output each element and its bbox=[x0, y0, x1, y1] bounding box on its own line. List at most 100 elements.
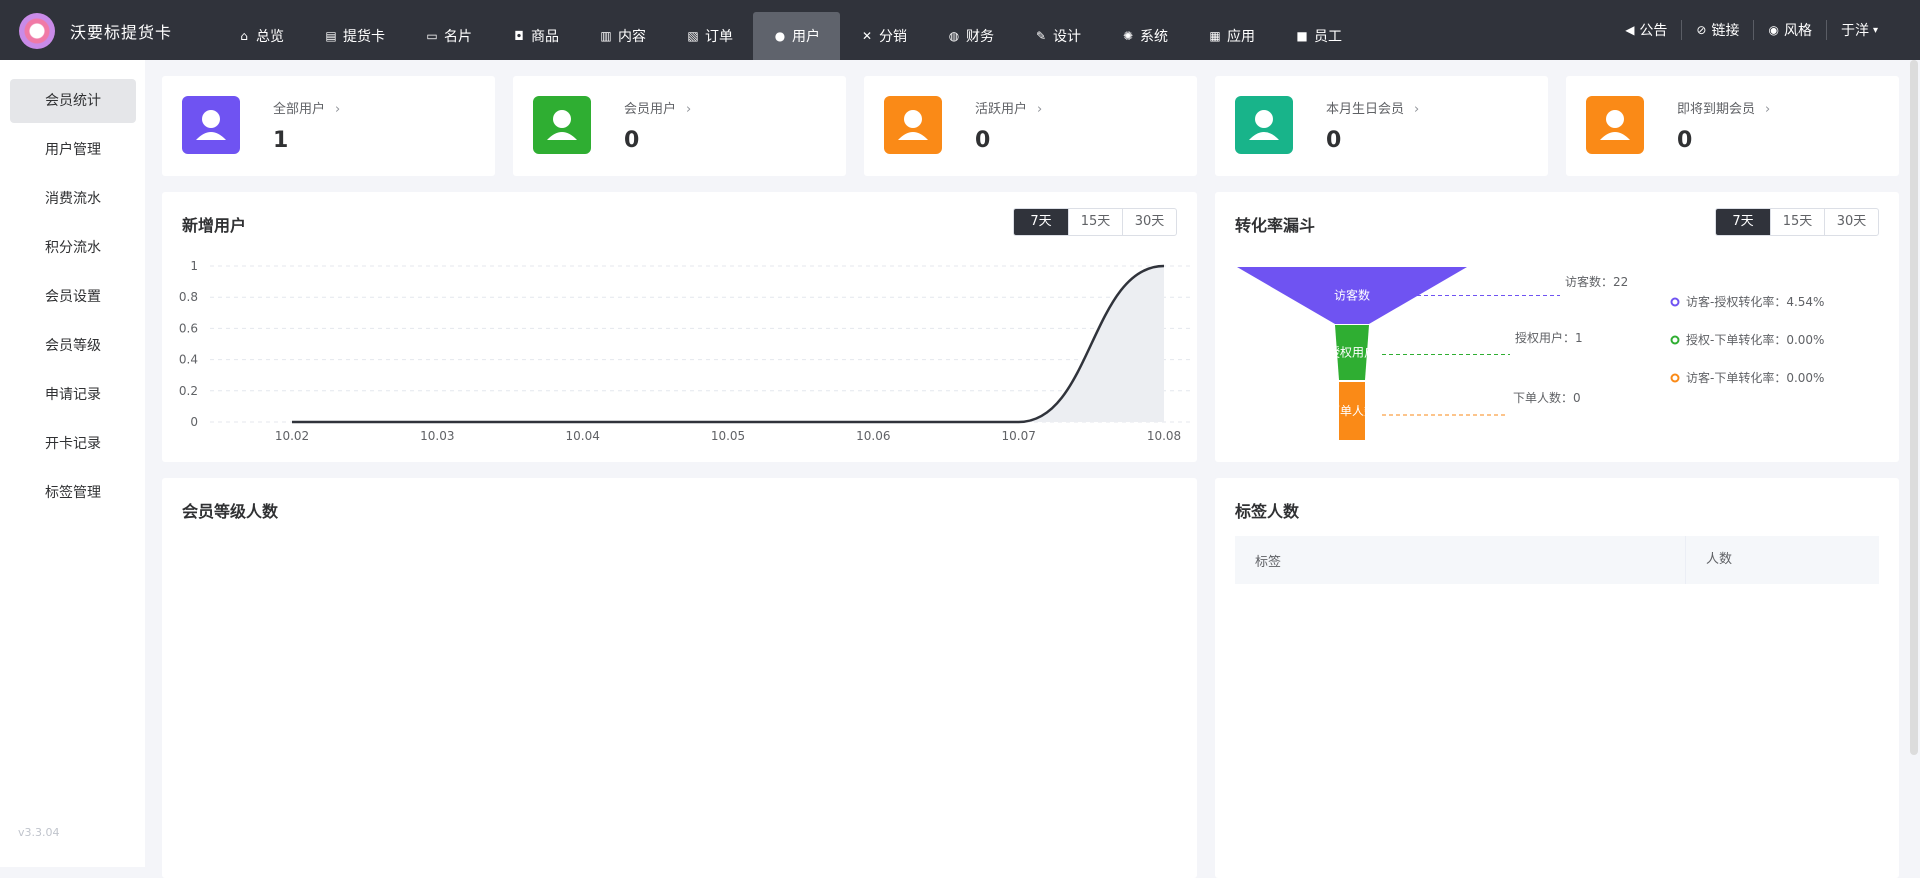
bag-icon: ◘ bbox=[514, 29, 524, 43]
nav-item-9[interactable]: ✎ 设计 bbox=[1014, 12, 1101, 60]
announce-link[interactable]: ◀ 公告 bbox=[1611, 20, 1681, 40]
col-tag: 标签 bbox=[1255, 554, 1282, 570]
apps-icon: ▦ bbox=[1209, 29, 1221, 43]
funnel-panel: 转化率漏斗 7天 15天 30天 访客数 访客数：22 授权用户 授权用户：1 下单人数 下单… bbox=[1215, 192, 1899, 462]
nav-label: 订单 bbox=[705, 29, 733, 45]
stat-card-3[interactable]: 本月生日会员 › 0 bbox=[1215, 76, 1548, 176]
link-icon: ⊘ bbox=[1696, 23, 1707, 37]
stat-value: 0 bbox=[624, 128, 640, 153]
cake-icon bbox=[1235, 96, 1293, 154]
legend-label: 授权-下单转化率：0.00% bbox=[1686, 332, 1824, 347]
series-line bbox=[291, 264, 1165, 424]
style-link[interactable]: ◉ 风格 bbox=[1753, 20, 1825, 40]
user-name: 于洋 bbox=[1840, 23, 1869, 39]
sidebar-item-4[interactable]: 会员设置 bbox=[10, 275, 136, 319]
nav-label: 提货卡 bbox=[343, 29, 385, 45]
y-tick-label: 1 bbox=[190, 259, 198, 273]
stat-label-text: 会员用户 bbox=[624, 102, 677, 117]
home-icon: ⌂ bbox=[240, 29, 248, 43]
x-tick-label: 10.03 bbox=[420, 429, 454, 443]
sidebar-item-6[interactable]: 申请记录 bbox=[10, 373, 136, 417]
y-tick-label: 0.4 bbox=[179, 353, 198, 367]
nav-item-3[interactable]: ◘ 商品 bbox=[492, 12, 579, 60]
funnel-stage-label: 授权用户 bbox=[1328, 345, 1376, 360]
nav-label: 总览 bbox=[256, 29, 284, 45]
user-icon: ● bbox=[774, 29, 786, 43]
x-tick-label: 10.05 bbox=[711, 429, 745, 443]
y-tick-label: 0 bbox=[190, 415, 198, 429]
legend-label: 访客-下单转化率：0.00% bbox=[1686, 370, 1824, 385]
nav-item-11[interactable]: ▦ 应用 bbox=[1188, 12, 1275, 60]
y-tick-label: 0.8 bbox=[179, 290, 198, 304]
right-nav: ◀ 公告 ⊘ 链接 ◉ 风格 于洋 ▾ bbox=[1611, 0, 1892, 60]
funnel-stage-label: 访客数 bbox=[1334, 288, 1370, 303]
y-tick-label: 0.2 bbox=[179, 384, 198, 398]
funnel-callout: 授权用户：1 bbox=[1515, 330, 1583, 345]
stat-card-2[interactable]: 活跃用户 › 0 bbox=[864, 76, 1197, 176]
link-link[interactable]: ⊘ 链接 bbox=[1681, 20, 1753, 40]
sidebar-item-1[interactable]: 用户管理 bbox=[10, 128, 136, 172]
megaphone-icon bbox=[884, 96, 942, 154]
nav-label: 员工 bbox=[1314, 29, 1342, 45]
top-navbar: 沃要标提货卡 ⌂ 总览 ▤ 提货卡 ▭ 名片 ◘ 商品 ▥ 内容 ▧ 订单 ● 用户 ✕ 分销 ◍ 财务 ✎ 设计 ✺ 系… bbox=[0, 0, 1920, 60]
nav-label: 分销 bbox=[879, 29, 907, 45]
brush-icon: ✎ bbox=[1035, 29, 1047, 43]
stat-label: 即将到期会员 › bbox=[1677, 98, 1770, 117]
app-logo[interactable] bbox=[19, 13, 55, 49]
stat-value: 0 bbox=[1677, 128, 1693, 153]
x-tick-label: 10.02 bbox=[275, 429, 309, 443]
nav-item-4[interactable]: ▥ 内容 bbox=[579, 12, 666, 60]
sidebar: v3.3.04 会员统计 用户管理 消费流水 积分流水 会员设置 会员等级 申请记录 开卡记录… bbox=[0, 60, 145, 867]
nav-label: 名片 bbox=[444, 29, 472, 45]
stat-card-0[interactable]: 全部用户 › 1 bbox=[162, 76, 495, 176]
gear-icon: ✺ bbox=[1122, 29, 1134, 43]
nav-label: 用户 bbox=[792, 29, 820, 45]
sidebar-item-0[interactable]: 会员统计 bbox=[10, 79, 136, 123]
x-tick-label: 10.07 bbox=[1001, 429, 1035, 443]
stat-label: 会员用户 › bbox=[624, 98, 691, 117]
sidebar-item-5[interactable]: 会员等级 bbox=[10, 324, 136, 368]
stat-label-text: 全部用户 bbox=[273, 102, 326, 117]
funnel-stage-label: 下单人数 bbox=[1328, 403, 1376, 418]
nav-item-5[interactable]: ▧ 订单 bbox=[666, 12, 753, 60]
stat-value: 0 bbox=[975, 128, 991, 153]
nav-item-0[interactable]: ⌂ 总览 bbox=[217, 12, 304, 60]
legend-label: 访客-授权转化率：4.54% bbox=[1686, 294, 1824, 309]
nav-label: 财务 bbox=[966, 29, 994, 45]
card-icon: ▤ bbox=[325, 29, 337, 43]
user-list-icon bbox=[182, 96, 240, 154]
nav-item-10[interactable]: ✺ 系统 bbox=[1101, 12, 1188, 60]
clipboard-icon: ▧ bbox=[687, 29, 699, 43]
sidebar-item-2[interactable]: 消费流水 bbox=[10, 177, 136, 221]
nav-item-6[interactable]: ● 用户 bbox=[753, 12, 840, 60]
speaker-icon: ◀ bbox=[1625, 23, 1635, 37]
member-level-title: 会员等级人数 bbox=[182, 502, 279, 521]
nav-item-2[interactable]: ▭ 名片 bbox=[405, 12, 492, 60]
main-nav: ⌂ 总览 ▤ 提货卡 ▭ 名片 ◘ 商品 ▥ 内容 ▧ 订单 ● 用户 ✕ 分销 ◍ 财务 ✎ 设计 ✺ 系统 ▦ 应用 ■ 员工 bbox=[217, 12, 1362, 60]
nav-item-8[interactable]: ◍ 财务 bbox=[927, 12, 1014, 60]
nav-item-1[interactable]: ▤ 提货卡 bbox=[304, 12, 405, 60]
x-tick-label: 10.06 bbox=[856, 429, 890, 443]
sidebar-item-3[interactable]: 积分流水 bbox=[10, 226, 136, 270]
nav-item-12[interactable]: ■ 员工 bbox=[1275, 12, 1362, 60]
user-menu[interactable]: 于洋 ▾ bbox=[1825, 20, 1892, 40]
stat-card-1[interactable]: 会员用户 › 0 bbox=[513, 76, 846, 176]
series-area bbox=[292, 266, 1164, 422]
nav-item-7[interactable]: ✕ 分销 bbox=[840, 12, 927, 60]
style-label: 风格 bbox=[1783, 23, 1812, 39]
stat-label: 全部用户 › bbox=[273, 98, 340, 117]
sidebar-item-8[interactable]: 标签管理 bbox=[10, 471, 136, 515]
stat-label-text: 即将到期会员 bbox=[1677, 102, 1756, 117]
member-level-panel: 会员等级人数 bbox=[162, 478, 1197, 878]
app-title: 沃要标提货卡 bbox=[70, 23, 173, 42]
stat-card-4[interactable]: 即将到期会员 › 0 bbox=[1566, 76, 1899, 176]
sidebar-item-7[interactable]: 开卡记录 bbox=[10, 422, 136, 466]
vip-user-icon bbox=[533, 96, 591, 154]
stat-value: 0 bbox=[1326, 128, 1342, 153]
nav-label: 应用 bbox=[1227, 29, 1255, 45]
page-scrollbar[interactable] bbox=[1910, 60, 1918, 755]
document-icon: ▥ bbox=[600, 29, 612, 43]
chevron-right-icon: › bbox=[1414, 102, 1420, 117]
stat-label-text: 本月生日会员 bbox=[1326, 102, 1405, 117]
tags-title: 标签人数 bbox=[1235, 502, 1300, 521]
